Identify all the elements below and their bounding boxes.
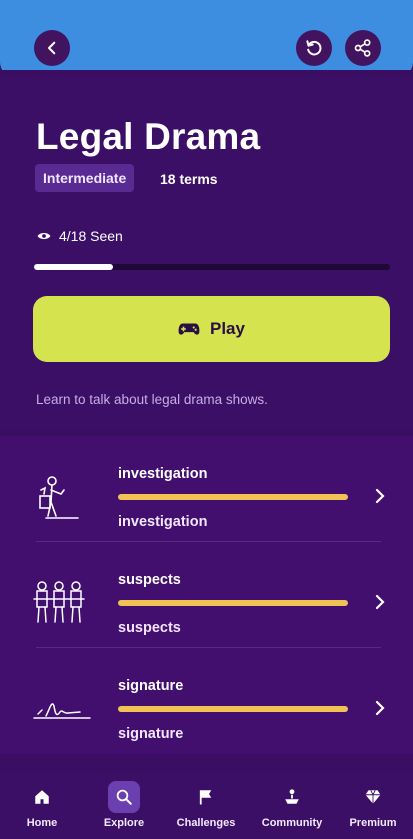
play-label: Play xyxy=(210,319,245,338)
play-button[interactable]: Play xyxy=(33,296,390,362)
share-icon xyxy=(354,39,371,57)
nav-item-community[interactable]: Community xyxy=(252,781,332,829)
diamond-icon xyxy=(357,781,389,813)
term-progress-bar xyxy=(118,706,348,712)
nav-label: Premium xyxy=(349,817,397,829)
term-word: investigation xyxy=(118,466,208,482)
term-word: suspects xyxy=(118,572,181,588)
term-count: 18 terms xyxy=(160,171,218,187)
flag-icon xyxy=(190,781,222,813)
nav-item-premium[interactable]: Premium xyxy=(333,781,413,829)
chevron-right-icon xyxy=(375,488,385,504)
nav-label: Challenges xyxy=(176,817,236,829)
gamepad-icon xyxy=(178,323,200,335)
chevron-left-icon xyxy=(47,41,56,55)
list-item[interactable]: suspects suspects xyxy=(0,542,413,648)
term-word: signature xyxy=(118,678,184,694)
seen-status: 4/18 Seen xyxy=(37,228,123,244)
refresh-icon xyxy=(306,40,322,56)
seen-progress-bar xyxy=(34,264,390,270)
term-progress-bar xyxy=(118,600,348,606)
nav-item-home[interactable]: Home xyxy=(2,781,82,829)
bottom-nav: Home Explore Challenges Community Premiu… xyxy=(0,773,413,839)
nav-label: Explore xyxy=(103,817,145,829)
deck-description: Learn to talk about legal drama shows. xyxy=(36,392,268,407)
term-list: investigation investigation suspects sus… xyxy=(0,436,413,754)
share-button[interactable] xyxy=(345,30,381,66)
investigation-illustration xyxy=(39,476,79,519)
chevron-right-icon xyxy=(375,594,385,610)
signature-illustration xyxy=(33,703,91,719)
search-icon xyxy=(108,781,140,813)
back-button[interactable] xyxy=(34,30,70,66)
page-title: Legal Drama xyxy=(36,116,261,157)
home-icon xyxy=(26,781,58,813)
seen-progress-fill xyxy=(34,264,114,270)
nav-label: Community xyxy=(261,817,323,829)
list-item[interactable]: signature signature xyxy=(0,648,413,754)
nav-item-explore[interactable]: Explore xyxy=(84,781,164,829)
eye-icon xyxy=(37,232,51,240)
chevron-right-icon xyxy=(375,700,385,716)
seen-text: 4/18 Seen xyxy=(59,228,123,244)
nav-label: Home xyxy=(26,817,58,829)
term-translation: suspects xyxy=(118,620,181,636)
term-progress-bar xyxy=(118,494,348,500)
term-translation: signature xyxy=(118,726,184,742)
list-item[interactable]: investigation investigation xyxy=(0,436,413,542)
level-badge: Intermediate xyxy=(35,164,135,192)
nav-item-challenges[interactable]: Challenges xyxy=(166,781,246,829)
community-icon xyxy=(276,781,308,813)
restart-button[interactable] xyxy=(296,30,332,66)
term-translation: investigation xyxy=(118,514,208,530)
suspects-illustration xyxy=(33,581,85,623)
